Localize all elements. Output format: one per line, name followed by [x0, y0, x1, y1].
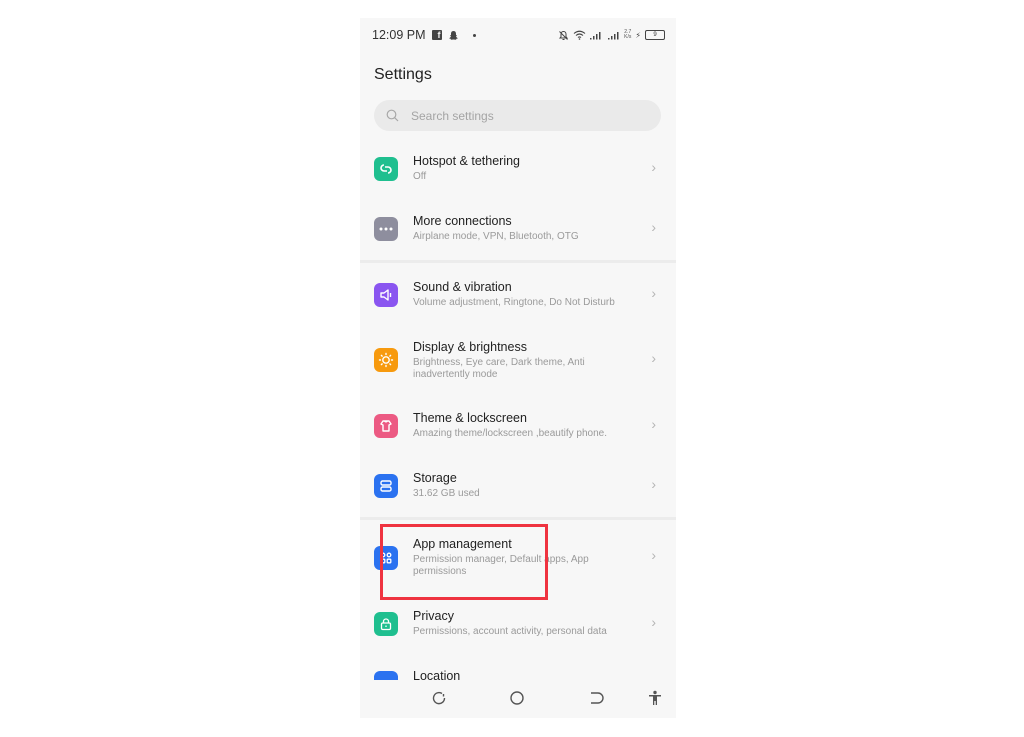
item-title: Privacy	[413, 609, 454, 623]
chevron-right-icon: ›	[651, 350, 656, 366]
theme-icon	[374, 414, 398, 438]
search-bar[interactable]	[374, 100, 661, 131]
settings-item-storage[interactable]: Storage 31.62 GB used ›	[360, 470, 676, 500]
item-subtitle: Volume adjustment, Ringtone, Do Not Dist…	[413, 297, 615, 308]
item-subtitle: Permissions, account activity, personal …	[413, 626, 607, 637]
wifi-icon	[573, 30, 586, 40]
settings-item-privacy[interactable]: Privacy Permissions, account activity, p…	[360, 608, 676, 638]
chevron-right-icon: ›	[651, 285, 656, 301]
network-speed: 2.7 K/s	[624, 30, 631, 40]
lock-icon	[374, 612, 398, 636]
item-title: Sound & vibration	[413, 280, 512, 294]
item-subtitle: Amazing theme/lockscreen ,beautify phone…	[413, 428, 607, 439]
hotspot-icon	[374, 157, 398, 181]
status-bar: 12:09 PM f 2.7 K/s ⚡ 9	[360, 18, 676, 52]
accessibility-icon[interactable]	[647, 690, 663, 706]
item-subtitle: Off	[413, 171, 427, 182]
settings-item-sound[interactable]: Sound & vibration Volume adjustment, Rin…	[360, 279, 676, 309]
brightness-icon	[374, 348, 398, 372]
mute-icon	[559, 30, 569, 40]
signal-icon	[590, 32, 601, 40]
item-subtitle: Brightness, Eye care, Dark theme, Anti i…	[413, 357, 585, 380]
storage-icon	[374, 474, 398, 498]
chevron-right-icon: ›	[651, 219, 656, 235]
settings-item-hotspot[interactable]: Hotspot & tethering Off ›	[360, 153, 676, 183]
charging-icon: ⚡	[635, 30, 641, 40]
settings-item-theme[interactable]: Theme & lockscreen Amazing theme/lockscr…	[360, 410, 676, 440]
speaker-icon	[374, 283, 398, 307]
navigation-bar	[360, 680, 676, 718]
search-icon	[386, 109, 399, 122]
page-title: Settings	[374, 66, 432, 83]
snapchat-icon	[448, 30, 458, 40]
home-button[interactable]	[509, 690, 525, 706]
signal-icon-2	[608, 32, 619, 40]
battery-icon: 9	[645, 30, 665, 40]
search-input[interactable]	[409, 107, 633, 124]
item-title: Theme & lockscreen	[413, 411, 527, 425]
chevron-right-icon: ›	[651, 476, 656, 492]
item-title: Storage	[413, 471, 457, 485]
highlight-annotation-box	[380, 524, 548, 600]
item-title: More connections	[413, 214, 512, 228]
notification-dot-icon	[472, 33, 476, 37]
item-subtitle: 31.62 GB used	[413, 488, 480, 499]
settings-item-more-connections[interactable]: More connections Airplane mode, VPN, Blu…	[360, 213, 676, 243]
battery-level: 9	[653, 32, 657, 38]
more-icon	[374, 217, 398, 241]
status-time: 12:09 PM	[372, 28, 426, 42]
item-title: Hotspot & tethering	[413, 154, 521, 168]
recents-button[interactable]	[431, 690, 447, 706]
item-subtitle: Airplane mode, VPN, Bluetooth, OTG	[413, 231, 579, 242]
chevron-right-icon: ›	[651, 547, 656, 563]
settings-item-display[interactable]: Display & brightness Brightness, Eye car…	[360, 339, 676, 381]
back-button[interactable]	[588, 690, 604, 706]
chevron-right-icon: ›	[651, 416, 656, 432]
chevron-right-icon: ›	[651, 159, 656, 175]
section-divider	[360, 260, 676, 263]
facebook-icon: f	[431, 30, 442, 40]
item-title: Display & brightness	[413, 340, 527, 354]
phone-screen: 12:09 PM f 2.7 K/s ⚡ 9 Settings Search s…	[360, 18, 676, 718]
network-speed-unit: K/s	[624, 34, 632, 40]
section-divider	[360, 517, 676, 520]
chevron-right-icon: ›	[651, 614, 656, 630]
